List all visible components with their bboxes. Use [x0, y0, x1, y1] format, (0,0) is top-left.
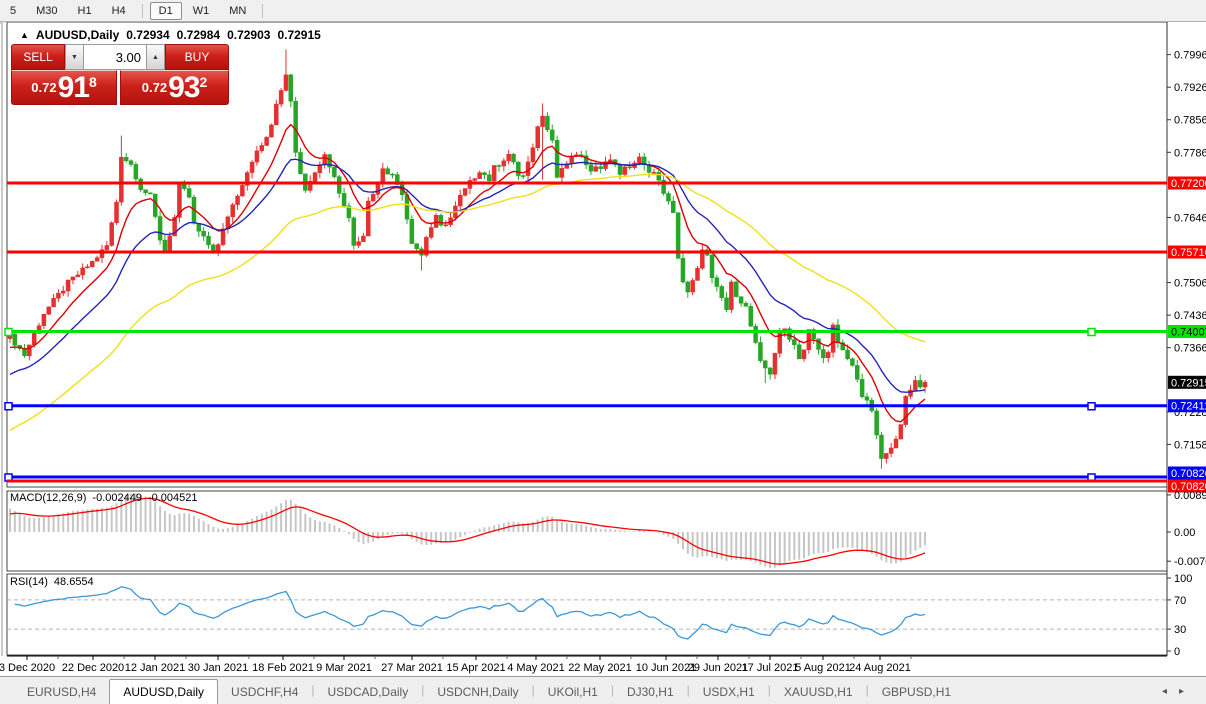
- price-tick-label: 0.74360: [1174, 310, 1206, 322]
- buy-price-button[interactable]: 0.72 93 2: [120, 70, 229, 105]
- line-price-label: 0.75716: [1171, 247, 1206, 259]
- period-button-w1[interactable]: W1: [184, 2, 219, 20]
- volume-decrease-button[interactable]: ▼: [65, 44, 84, 70]
- date-label: 27 Mar 2021: [381, 662, 443, 674]
- ask-price-prefix: 0.72: [141, 80, 168, 95]
- date-label: 22 Dec 2020: [62, 662, 124, 674]
- chart-canvas[interactable]: 0.79960 0.79260 0.78560 0.77860 0.76460 0.750…: [0, 21, 1206, 680]
- macd-tick-label: 0.00: [1174, 527, 1195, 539]
- sell-button[interactable]: SELL: [11, 44, 65, 70]
- price-tick-label: 0.77860: [1174, 147, 1206, 159]
- date-label: 30 Jan 2021: [188, 662, 249, 674]
- mt4-terminal: 5M30H1H4 D1W1MN 0.79960 0.79260 0.78560 0.77…: [0, 0, 1206, 704]
- line-handle[interactable]: [1087, 327, 1096, 337]
- line-price-label: 0.70826: [1171, 468, 1206, 480]
- bid-price-prefix: 0.72: [31, 80, 57, 95]
- rsi-tick-label: 0: [1174, 646, 1180, 658]
- price-tick-label: 0.76460: [1174, 212, 1206, 224]
- tab-eurusd-h4[interactable]: EURUSD,H4: [14, 680, 109, 704]
- date-label: 18 Feb 2021: [252, 662, 314, 674]
- ohlc-close: 0.72915: [277, 28, 321, 42]
- price-tick-label: 0.75060: [1174, 278, 1206, 290]
- period-button-m30[interactable]: M30: [27, 2, 66, 20]
- line-handle[interactable]: [4, 327, 13, 337]
- one-click-collapse-icon[interactable]: ▲: [20, 30, 29, 40]
- period-button-d1[interactable]: D1: [149, 1, 182, 20]
- one-click-trading-panel: SELL ▼ ▲ BUY 0.72 91 8 0.72 93 2: [11, 44, 229, 105]
- volume-input[interactable]: [84, 44, 146, 70]
- rsi-label: RSI(14): [10, 576, 48, 588]
- rsi-tick-label: 100: [1174, 573, 1192, 585]
- period-button-5[interactable]: 5: [1, 2, 25, 20]
- price-tick-label: 0.71580: [1174, 439, 1206, 451]
- macd-tick-label: -0.00701: [1174, 556, 1206, 568]
- ohlc-low: 0.72903: [227, 28, 271, 42]
- toolbar-separator: [262, 3, 264, 18]
- line-price-label: 0.72915: [1171, 377, 1206, 389]
- date-label: 3 Dec 2020: [0, 662, 55, 674]
- chart-tab-bar: EURUSD,H4 AUDUSD,Daily USDCHF,H4 | USDCAD,Da…: [0, 676, 1206, 704]
- macd-value-signal: -0.004521: [147, 492, 198, 504]
- tab-dj30-h1[interactable]: DJ30,H1: [614, 680, 687, 704]
- macd-indicator-header: MACD(12,26,9) -0.002449 -0.004521: [10, 492, 198, 504]
- macd-value-main: -0.002449: [92, 492, 142, 504]
- ohlc-high: 0.72984: [176, 28, 221, 42]
- tab-audusd-daily[interactable]: AUDUSD,Daily: [109, 679, 219, 704]
- rsi-tick-label: 30: [1174, 624, 1186, 636]
- date-label: 5 Aug 2021: [795, 662, 851, 674]
- tab-scroll-right-icon[interactable]: ▸: [1179, 686, 1196, 697]
- tab-usdx-h1[interactable]: USDX,H1: [690, 680, 768, 704]
- rsi-value: 48.6554: [53, 576, 94, 588]
- rsi-indicator-header: RSI(14) 48.6554: [10, 576, 94, 588]
- date-label: 15 Apr 2021: [446, 662, 505, 674]
- price-tick-label: 0.73660: [1174, 343, 1206, 355]
- ask-price-big: 93: [168, 70, 200, 104]
- sell-price-button[interactable]: 0.72 91 8: [11, 70, 118, 105]
- period-toolbar: 5 M30 H1 H4 D1 W1 MN: [0, 0, 1206, 22]
- date-label: 9 Mar 2021: [316, 662, 372, 674]
- tab-scroll-arrows: ◂▸: [1162, 686, 1196, 697]
- tab-ukoil-h1[interactable]: UKOil,H1: [535, 680, 611, 704]
- macd-tick-label: 0.00890: [1174, 490, 1206, 502]
- ask-price-pip: 2: [199, 74, 208, 90]
- price-tick-label: 0.79960: [1174, 50, 1206, 62]
- chart-window: 0.79960 0.79260 0.78560 0.77860 0.76460 0.750…: [0, 21, 1206, 675]
- line-handle[interactable]: [4, 401, 13, 411]
- buy-button[interactable]: BUY: [165, 44, 229, 70]
- line-price-label: 0.77200: [1171, 178, 1206, 190]
- ohlc-open: 0.72934: [126, 28, 170, 42]
- date-label: 17 Jul 2021: [742, 662, 799, 674]
- toolbar-separator: [141, 3, 143, 18]
- date-label: 4 May 2021: [507, 662, 564, 674]
- macd-label: MACD(12,26,9): [10, 492, 87, 504]
- tab-usdcad-daily[interactable]: USDCAD,Daily: [315, 680, 422, 704]
- volume-increase-button[interactable]: ▲: [146, 44, 165, 70]
- price-tick-label: 0.79260: [1174, 82, 1206, 94]
- chart-title: ▲ AUDUSD,Daily 0.72934 0.72984 0.72903 0…: [20, 28, 321, 42]
- line-price-label: 0.72411: [1171, 401, 1206, 413]
- period-button-h4[interactable]: H4: [103, 2, 135, 20]
- bid-price-big: 91: [57, 70, 90, 104]
- chart-symbol-period: AUDUSD,Daily: [35, 28, 120, 42]
- price-chart-svg: 0.79960 0.79260 0.78560 0.77860 0.76460 0.750…: [0, 21, 1206, 674]
- date-label: 24 Aug 2021: [849, 662, 911, 674]
- tab-xauusd-h1[interactable]: XAUUSD,H1: [771, 680, 866, 704]
- tab-gbpusd-h1[interactable]: GBPUSD,H1: [869, 680, 964, 704]
- tab-usdcnh-daily[interactable]: USDCNH,Daily: [424, 680, 531, 704]
- date-label: 29 Jun 2021: [688, 662, 749, 674]
- tab-scroll-left-icon[interactable]: ◂: [1162, 686, 1179, 697]
- date-axis: 3 Dec 2020 22 Dec 2020 12 Jan 2021 30 Jan 2…: [0, 655, 1167, 674]
- date-label: 22 May 2021: [568, 662, 632, 674]
- price-axis: 0.79960 0.79260 0.78560 0.77860 0.76460 0.750…: [1167, 50, 1206, 658]
- line-price-label: 0.74007: [1171, 327, 1206, 339]
- line-handle[interactable]: [1087, 401, 1096, 411]
- period-button-mn[interactable]: MN: [220, 2, 255, 20]
- period-button-h1[interactable]: H1: [69, 2, 101, 20]
- bid-price-pip: 8: [88, 74, 97, 90]
- price-tick-label: 0.78560: [1174, 115, 1206, 127]
- date-label: 12 Jan 2021: [125, 662, 186, 674]
- rsi-tick-label: 70: [1174, 595, 1186, 607]
- tab-usdchf-h4[interactable]: USDCHF,H4: [218, 680, 311, 704]
